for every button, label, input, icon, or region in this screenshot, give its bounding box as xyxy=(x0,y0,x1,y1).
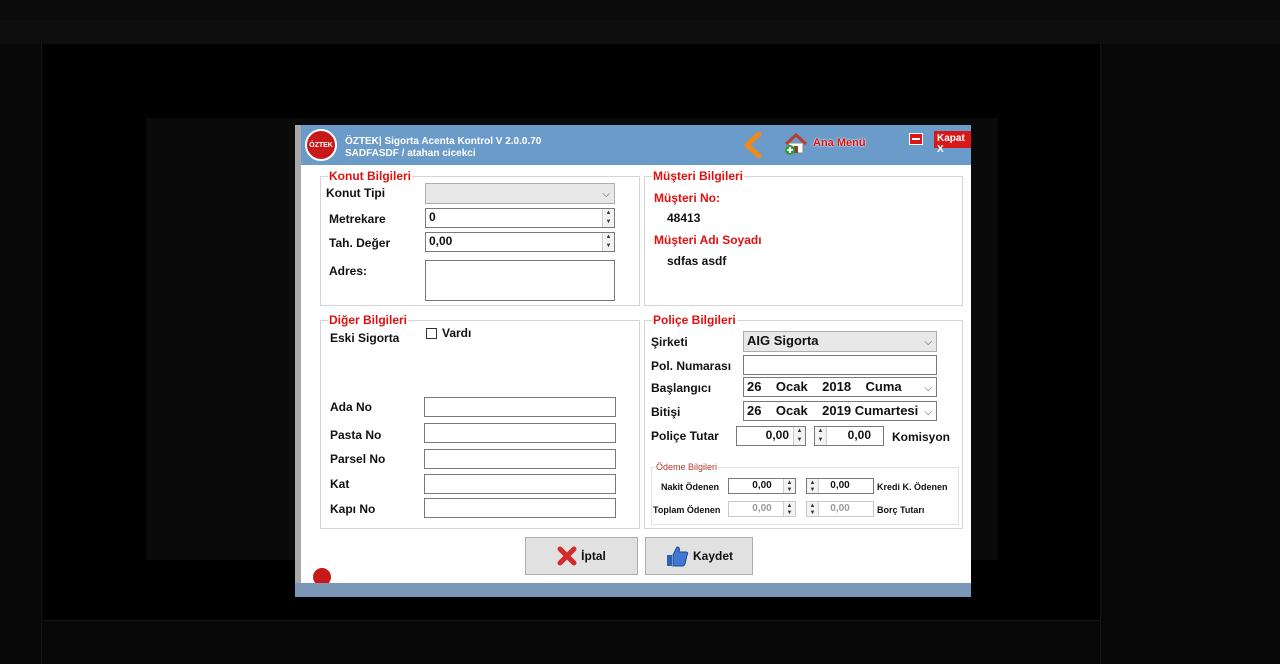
police-tutar-input[interactable]: 0,00 ▲ ▼ xyxy=(736,426,806,446)
kredi-odenen-value: 0,00 xyxy=(830,480,850,491)
window-title: ÖZTEK| Sigorta Acenta Kontrol V 2.0.0.70 xyxy=(345,136,542,147)
metrekare-value: 0 xyxy=(429,210,436,224)
konut-group-title: Konut Bilgileri xyxy=(328,169,412,183)
diger-group-title: Diğer Bilgileri xyxy=(328,313,409,327)
window-bottom-frame xyxy=(295,583,971,597)
chevron-down-icon: ⌵ xyxy=(924,337,932,348)
musteri-no-label: Müşteri No: xyxy=(654,191,720,205)
borc-tutari-input: ▲ ▼ 0,00 xyxy=(806,501,874,517)
toplam-odenen-spinner: ▲ ▼ xyxy=(783,502,795,516)
borc-tutari-label: Borç Tutarı xyxy=(877,505,925,515)
ada-no-label: Ada No xyxy=(330,400,372,414)
kat-input[interactable] xyxy=(424,474,616,494)
odeme-group-title: Ödeme Bilgileri xyxy=(655,462,719,472)
komisyon-spinner[interactable]: ▲ ▼ xyxy=(815,427,827,445)
metrekare-label: Metrekare xyxy=(329,212,386,226)
background-right-panel xyxy=(1100,44,1280,664)
metrekare-spinner[interactable]: ▲ ▼ xyxy=(602,209,614,227)
chevron-left-icon[interactable] xyxy=(741,132,765,158)
pasta-no-input[interactable] xyxy=(424,423,616,443)
tah-deger-label: Tah. Değer xyxy=(329,236,391,250)
baslangic-date-picker[interactable]: 26 Ocak 2018 Cuma ⌵ xyxy=(743,377,937,397)
nakit-odenen-value: 0,00 xyxy=(752,480,772,491)
save-button[interactable]: Kaydet xyxy=(645,537,753,575)
sigorta-window: ÖZTEK ÖZTEK| Sigorta Acenta Kontrol V 2.… xyxy=(295,125,971,597)
musteri-ad-value: sdfas asdf xyxy=(667,254,727,268)
sirket-value: AIG Sigorta xyxy=(747,333,819,348)
nakit-odenen-label: Nakit Ödenen xyxy=(661,482,720,492)
minimize-button[interactable] xyxy=(909,133,923,145)
home-icon[interactable] xyxy=(784,132,808,156)
parsel-no-input[interactable] xyxy=(424,449,616,469)
musteri-group-title: Müşteri Bilgileri xyxy=(652,169,745,183)
vardi-label: Vardı xyxy=(442,326,472,340)
bitis-date-picker[interactable]: 26 Ocak 2019 Cumartesi ⌵ xyxy=(743,401,937,421)
chevron-down-icon: ⌵ xyxy=(924,383,932,394)
background-menubar xyxy=(0,0,1280,20)
save-label: Kaydet xyxy=(692,549,733,563)
bitis-value: 26 Ocak 2019 Cumartesi xyxy=(747,403,919,418)
kapi-no-label: Kapı No xyxy=(330,502,376,516)
kredi-odenen-input[interactable]: ▲ ▼ 0,00 xyxy=(806,478,874,494)
toplam-odenen-value: 0,00 xyxy=(752,503,772,514)
musteri-no-value: 48413 xyxy=(667,211,701,225)
chevron-down-icon: ⌵ xyxy=(924,407,932,418)
cancel-button[interactable]: İptal xyxy=(525,537,638,575)
adres-label: Adres: xyxy=(329,264,368,278)
nakit-odenen-spinner[interactable]: ▲ ▼ xyxy=(783,479,795,493)
background-bottom-panel xyxy=(42,620,1100,664)
pol-numarasi-label: Pol. Numarası xyxy=(651,359,732,373)
sirket-select[interactable]: AIG Sigorta ⌵ xyxy=(743,331,937,352)
tah-deger-input[interactable]: 0,00 ▲ ▼ xyxy=(425,232,615,252)
komisyon-value: 0,00 xyxy=(847,428,871,442)
konut-tipi-label: Konut Tipi xyxy=(326,186,386,200)
parsel-no-label: Parsel No xyxy=(330,452,386,466)
ada-no-input[interactable] xyxy=(424,397,616,417)
musteri-ad-label: Müşteri Adı Soyadı xyxy=(654,233,762,247)
x-mark-icon xyxy=(557,546,577,566)
police-tutar-spinner[interactable]: ▲ ▼ xyxy=(793,427,805,445)
metrekare-input[interactable]: 0 ▲ ▼ xyxy=(425,208,615,228)
cancel-label: İptal xyxy=(581,549,606,563)
chevron-down-icon: ⌵ xyxy=(602,189,610,200)
vardi-checkbox[interactable] xyxy=(426,328,437,339)
baslangic-label: Başlangıcı xyxy=(651,381,712,395)
window-body: Konut Bilgileri Konut Tipi ⌵ Metrekare 0… xyxy=(301,165,971,587)
title-bar: ÖZTEK ÖZTEK| Sigorta Acenta Kontrol V 2.… xyxy=(301,125,971,165)
toplam-odenen-label: Toplam Ödenen xyxy=(653,505,721,515)
home-menu-button[interactable]: Ana Menü xyxy=(813,137,866,149)
kredi-odenen-label: Kredi K. Ödenen xyxy=(877,482,948,492)
komisyon-label: Komisyon xyxy=(892,430,951,444)
konut-tipi-select[interactable]: ⌵ xyxy=(425,183,615,204)
sirket-label: Şirketi xyxy=(651,335,688,349)
oztek-logo: ÖZTEK xyxy=(305,129,337,161)
close-button[interactable]: Kapat X xyxy=(934,131,971,155)
background-toolbar xyxy=(0,20,1280,44)
eski-sigorta-label: Eski Sigorta xyxy=(330,331,400,345)
thumbs-up-icon xyxy=(666,546,689,567)
police-group-title: Poliçe Bilgileri xyxy=(652,313,737,327)
toplam-odenen-input: 0,00 ▲ ▼ xyxy=(728,501,796,517)
borc-tutari-spinner: ▲ ▼ xyxy=(807,502,819,516)
police-tutar-label: Poliçe Tutar xyxy=(651,429,719,443)
kapi-no-input[interactable] xyxy=(424,498,616,518)
baslangic-value: 26 Ocak 2018 Cuma xyxy=(747,379,902,394)
pasta-no-label: Pasta No xyxy=(330,428,382,442)
odeme-group: Ödeme Bilgileri xyxy=(651,462,959,525)
tah-deger-spinner[interactable]: ▲ ▼ xyxy=(602,233,614,251)
borc-tutari-value: 0,00 xyxy=(830,503,850,514)
background-left-panel xyxy=(0,44,42,664)
komisyon-input[interactable]: ▲ ▼ 0,00 xyxy=(814,426,884,446)
kredi-odenen-spinner[interactable]: ▲ ▼ xyxy=(807,479,819,493)
kat-label: Kat xyxy=(330,477,350,491)
bitis-label: Bitişi xyxy=(651,405,681,419)
nakit-odenen-input[interactable]: 0,00 ▲ ▼ xyxy=(728,478,796,494)
pol-numarasi-input[interactable] xyxy=(743,355,937,375)
tah-deger-value: 0,00 xyxy=(429,234,453,248)
police-tutar-value: 0,00 xyxy=(765,428,789,442)
window-subtitle: SADFASDF / atahan cicekci xyxy=(345,148,476,159)
adres-textarea[interactable] xyxy=(425,260,615,301)
